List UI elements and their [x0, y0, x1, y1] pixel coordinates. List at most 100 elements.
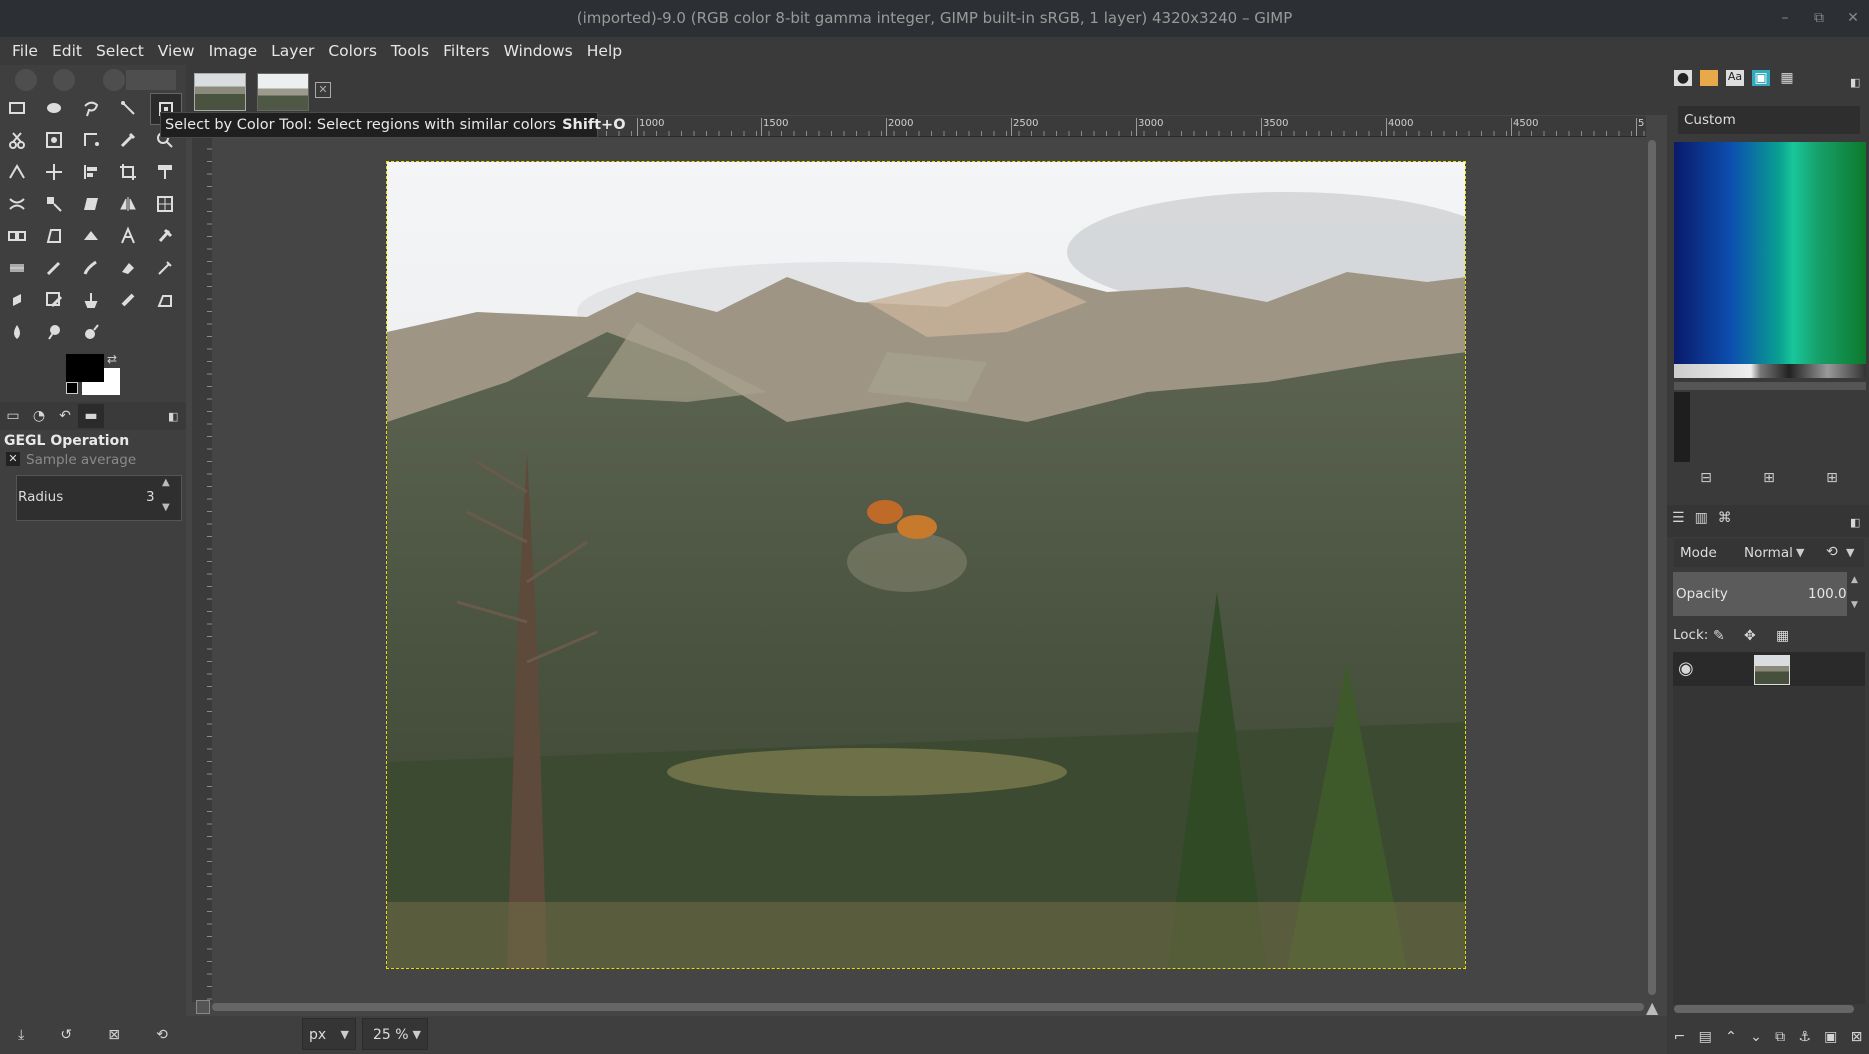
mypaint-brush-tool-icon[interactable]: [39, 285, 69, 315]
new-layer-icon[interactable]: ▤: [1699, 1029, 1712, 1045]
eraser-tool-icon[interactable]: [113, 253, 143, 283]
vertical-scrollbar[interactable]: [1648, 140, 1656, 995]
perspective-tool-icon[interactable]: [39, 221, 69, 251]
new-layer-group-icon[interactable]: ⌐: [1674, 1029, 1686, 1045]
menu-help[interactable]: Help: [581, 42, 630, 60]
scale-tool-icon[interactable]: [39, 189, 69, 219]
radius-down-icon[interactable]: ▼: [162, 502, 170, 513]
navigate-icon[interactable]: ▲: [1646, 998, 1658, 1017]
blur-tool-icon[interactable]: [2, 317, 32, 347]
menu-windows[interactable]: Windows: [498, 42, 581, 60]
ink-tool-icon[interactable]: [2, 285, 32, 315]
smudge-tool-icon[interactable]: [39, 317, 69, 347]
eye-visibility-icon[interactable]: ◉: [1678, 658, 1694, 679]
delete-layer-icon[interactable]: ⊠: [1851, 1029, 1863, 1045]
lock-alpha-icon[interactable]: ▦: [1776, 626, 1789, 644]
zoom-select[interactable]: 25 % ▼: [362, 1018, 428, 1050]
warp-transform-tool-icon[interactable]: [2, 189, 32, 219]
rect-select-tool-icon[interactable]: [2, 93, 32, 123]
maximize-button[interactable]: ⧉: [1804, 0, 1834, 37]
paths-tab-icon[interactable]: ⌘: [1718, 510, 1732, 526]
measure-tool-icon[interactable]: [2, 157, 32, 187]
clone-tool-icon[interactable]: [76, 285, 106, 315]
quick-mask-icon[interactable]: [196, 1000, 210, 1014]
radius-up-icon[interactable]: ▲: [162, 477, 170, 488]
images-tab-icon[interactable]: ▬: [78, 404, 104, 428]
close-window-button[interactable]: ✕: [1838, 0, 1868, 37]
menu-image[interactable]: Image: [203, 42, 266, 60]
foreground-color-swatch[interactable]: [66, 354, 104, 382]
undo-history-tab-icon[interactable]: ↶: [52, 404, 78, 428]
swap-colors-icon[interactable]: ⇄: [107, 352, 117, 366]
handle-transform-tool-icon[interactable]: [2, 221, 32, 251]
flip-tool-icon[interactable]: [113, 189, 143, 219]
fonts-tab-icon[interactable]: Aa: [1726, 70, 1744, 86]
restore-options-icon[interactable]: ↺: [60, 1027, 72, 1043]
minimize-button[interactable]: –: [1770, 0, 1800, 37]
cage-transform-tool-icon[interactable]: [150, 189, 180, 219]
perspective-clone-tool-icon[interactable]: [150, 285, 180, 315]
lock-position-icon[interactable]: ✥: [1744, 626, 1756, 644]
ellipse-select-tool-icon[interactable]: [39, 93, 69, 123]
airbrush-tool-icon[interactable]: [150, 253, 180, 283]
paths-tool-icon[interactable]: [76, 125, 106, 155]
heal-tool-icon[interactable]: [113, 285, 143, 315]
shear-tool-icon[interactable]: [76, 189, 106, 219]
menu-filters[interactable]: Filters: [437, 42, 497, 60]
sample-average-close-icon[interactable]: ✕: [6, 452, 20, 466]
duplicate-layer-icon[interactable]: ⧉: [1775, 1029, 1785, 1045]
fuzzy-select-tool-icon[interactable]: [113, 93, 143, 123]
layers-scrollbar[interactable]: [1674, 1005, 1854, 1013]
radius-value[interactable]: 3: [146, 489, 155, 505]
menu-tools[interactable]: Tools: [385, 42, 437, 60]
reset-options-icon[interactable]: ⟲: [156, 1027, 168, 1043]
layers-list[interactable]: [1673, 686, 1865, 1004]
opacity-value[interactable]: 100.0: [1808, 586, 1847, 602]
menu-select[interactable]: Select: [90, 42, 152, 60]
menu-layer[interactable]: Layer: [265, 42, 322, 60]
anchor-layer-icon[interactable]: ⚓: [1798, 1029, 1811, 1045]
mode-value[interactable]: Normal: [1744, 545, 1793, 561]
dodge-burn-tool-icon[interactable]: [76, 317, 106, 347]
align-tool-icon[interactable]: [76, 157, 106, 187]
default-colors-icon[interactable]: [66, 382, 78, 394]
brushes-tab-icon[interactable]: ●: [1674, 70, 1692, 86]
gradient-fill-tool-icon[interactable]: [150, 221, 180, 251]
patterns-tab-icon[interactable]: ■: [1700, 70, 1718, 86]
gradient-preview[interactable]: [1674, 142, 1866, 364]
gradient-slider[interactable]: [1674, 382, 1866, 390]
gradients-tab-icon[interactable]: ▦: [1778, 70, 1796, 86]
mask-layer-icon[interactable]: ▣: [1824, 1029, 1837, 1045]
image-canvas[interactable]: [386, 161, 1466, 969]
vertical-ruler[interactable]: [192, 136, 212, 1002]
image-tab-thumbnail[interactable]: [257, 73, 309, 111]
menu-view[interactable]: View: [152, 42, 203, 60]
foreground-select-tool-icon[interactable]: [39, 125, 69, 155]
layer-thumbnail[interactable]: [1754, 655, 1790, 685]
paintbrush-tool-icon[interactable]: [76, 253, 106, 283]
opacity-down-icon[interactable]: ▼: [1851, 600, 1858, 610]
crop-tool-icon[interactable]: [113, 157, 143, 187]
pencil-tool-icon[interactable]: [39, 253, 69, 283]
gradient-list[interactable]: [1674, 392, 1690, 462]
configure-tab-icon[interactable]: ◧: [1850, 72, 1860, 90]
blend-tool-icon[interactable]: [2, 253, 32, 283]
remove-gradient-icon[interactable]: ⊟: [1696, 470, 1716, 490]
images-list-tab-icon[interactable]: ▣: [1752, 70, 1770, 86]
channels-tab-icon[interactable]: ▥: [1695, 510, 1708, 526]
move-tool-icon[interactable]: [39, 157, 69, 187]
gradient-stops-bar[interactable]: [1674, 364, 1866, 378]
delete-options-icon[interactable]: ⊠: [108, 1027, 120, 1043]
menu-file[interactable]: File: [6, 42, 46, 60]
color-picker-tool-icon[interactable]: [113, 125, 143, 155]
raise-layer-icon[interactable]: ⌃: [1725, 1029, 1737, 1045]
menu-edit[interactable]: Edit: [46, 42, 90, 60]
save-options-icon[interactable]: ⤓: [18, 1027, 24, 1043]
tool-options-tab-icon[interactable]: ▭: [0, 404, 26, 428]
close-tab-icon[interactable]: ✕: [315, 82, 331, 98]
layers-tab-icon[interactable]: ☰: [1672, 510, 1685, 526]
image-tab-thumbnail[interactable]: [194, 73, 246, 111]
text-tool-icon[interactable]: [113, 221, 143, 251]
horizontal-scrollbar[interactable]: [212, 1003, 1644, 1011]
configure-tab-icon[interactable]: ◧: [168, 406, 178, 424]
